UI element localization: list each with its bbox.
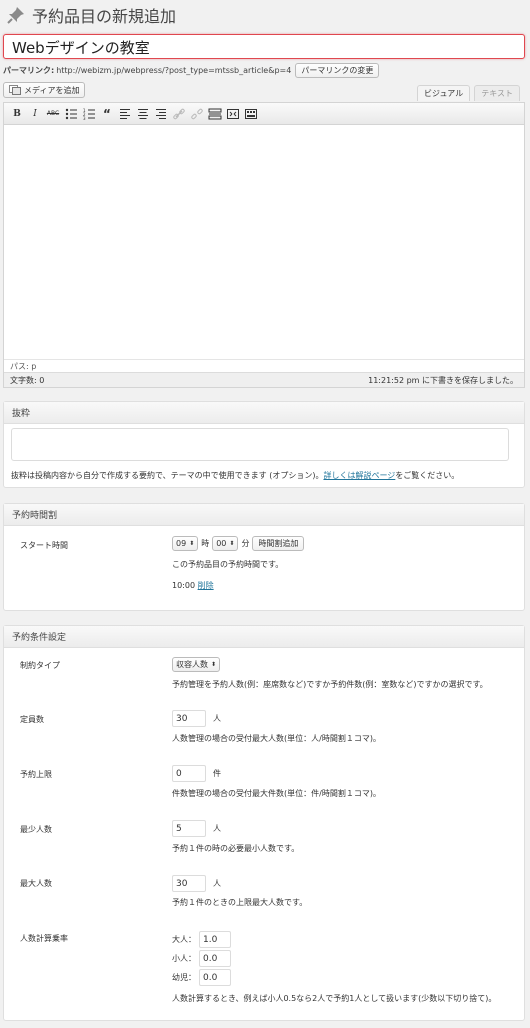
unlink-icon[interactable] (190, 107, 204, 121)
add-media-label: メディアを追加 (24, 85, 80, 95)
min-people-input[interactable]: 5 (172, 820, 206, 837)
page-header: 予約品目の新規追加 (6, 4, 176, 26)
limit-type-label: 制約タイプ (20, 661, 60, 670)
limit-type-desc: 予約管理を予約人数(例：座席数など)ですか予約件数(例：室数など)ですかの選択で… (172, 680, 488, 689)
excerpt-help-suffix: をご覧ください。 (395, 471, 460, 480)
schedule-box-title[interactable]: 予約時間割 (4, 504, 524, 526)
max-bookings-desc: 件数管理の場合の受付最大件数(単位：件/時間割１コマ)。 (172, 789, 381, 798)
media-icon (9, 85, 21, 95)
strikethrough-icon[interactable]: ABC (46, 107, 60, 121)
min-people-unit: 人 (213, 824, 221, 833)
start-time-desc: この予約品目の予約時間です。 (172, 560, 284, 569)
timetable-delete-link[interactable]: 削除 (198, 581, 214, 590)
fullscreen-icon[interactable] (226, 107, 240, 121)
change-permalink-button[interactable]: パーマリンクの変更 (295, 62, 380, 78)
permalink-row: パーマリンク: http://webizm.jp/webpress/?post_… (3, 62, 380, 78)
rate-child-input[interactable]: 0.0 (199, 950, 231, 967)
capacity-field: 30 人 (172, 710, 221, 727)
select-arrow-icon: ⬍ (211, 661, 217, 668)
rate-infant-label: 幼児： (172, 973, 196, 982)
minute-unit: 分 (241, 539, 250, 548)
add-timetable-button[interactable]: 時間割追加 (252, 536, 305, 551)
max-bookings-label: 予約上限 (20, 770, 52, 779)
link-icon[interactable] (172, 107, 186, 121)
align-right-icon[interactable] (154, 107, 168, 121)
excerpt-box: 抜粋 抜粋は投稿内容から自分で作成する要約で、テーマの中で使用できます (オプシ… (3, 401, 525, 488)
post-title-input[interactable]: Webデザインの教室 (3, 34, 525, 59)
min-people-field: 5 人 (172, 820, 221, 837)
timetable-entry-time: 10:00 (172, 581, 196, 590)
rate-desc: 人数計算するとき、例えば小人0.5なら2人で予約1人として扱います(少数以下切り… (172, 994, 497, 1003)
capacity-unit: 人 (213, 714, 221, 723)
bullet-list-icon[interactable] (64, 107, 78, 121)
blockquote-icon[interactable]: “ (100, 107, 114, 121)
bold-icon[interactable]: B (10, 107, 24, 121)
pin-icon (7, 7, 24, 24)
min-people-desc: 予約１件の時の必要最小人数です。 (172, 844, 300, 853)
rate-child-field: 小人： 0.0 (172, 950, 231, 967)
timetable-entry: 10:00 削除 (172, 580, 214, 591)
schedule-box: 予約時間割 スタート時間 09 ⬍ 時 00 ⬍ 分 時間割追加 この予約品目の予約… (3, 503, 525, 611)
hour-value: 09 (176, 539, 187, 548)
max-bookings-input[interactable]: 0 (172, 765, 206, 782)
editor-status-bar: 文字数: 0 11:21:52 pm に下書きを保存しました。 (4, 372, 524, 387)
align-center-icon[interactable] (136, 107, 150, 121)
select-arrow-icon: ⬍ (189, 540, 195, 547)
limit-type-select[interactable]: 収容人数 ⬍ (172, 657, 221, 672)
numbered-list-icon[interactable]: 123 (82, 107, 96, 121)
kitchen-sink-icon[interactable] (244, 107, 258, 121)
editor-toolbar: B I ABC 123 “ (4, 103, 524, 125)
editor-tabs: ビジュアル テキスト (417, 85, 520, 101)
hour-select[interactable]: 09 ⬍ (172, 536, 199, 551)
align-left-icon[interactable] (118, 107, 132, 121)
hour-unit: 時 (201, 539, 210, 548)
svg-text:3: 3 (83, 116, 86, 121)
rate-infant-input[interactable]: 0.0 (199, 969, 231, 986)
max-bookings-unit: 件 (213, 769, 221, 778)
max-people-desc: 予約１件のときの上限最大人数です。 (172, 898, 308, 907)
conditions-box: 予約条件設定 制約タイプ 収容人数 ⬍ 予約管理を予約人数(例：座席数など)ですか… (3, 625, 525, 1021)
rate-adult-input[interactable]: 1.0 (199, 931, 231, 948)
word-count: 文字数: 0 (10, 375, 45, 385)
add-media-button[interactable]: メディアを追加 (3, 82, 86, 98)
more-tag-icon[interactable] (208, 107, 222, 121)
max-people-field: 30 人 (172, 875, 221, 892)
autosave-status: 11:21:52 pm に下書きを保存しました。 (368, 375, 518, 385)
rate-adult-field: 大人： 1.0 (172, 931, 231, 948)
capacity-label: 定員数 (20, 715, 44, 724)
excerpt-help-text: 抜粋は投稿内容から自分で作成する要約で、テーマの中で使用できます (オプション)… (11, 471, 324, 480)
rate-adult-label: 大人： (172, 935, 196, 944)
max-bookings-field: 0 件 (172, 765, 221, 782)
tab-text[interactable]: テキスト (474, 85, 520, 101)
editor-path: パス: p (4, 359, 524, 372)
excerpt-help: 抜粋は投稿内容から自分で作成する要約で、テーマの中で使用できます (オプション)… (11, 470, 459, 481)
content-editor: B I ABC 123 “ パス: p 文字数: 0 11:21:52 pm に… (3, 102, 525, 388)
permalink-label: パーマリンク: (3, 65, 55, 75)
limit-type-value: 収容人数 (176, 660, 208, 669)
conditions-box-title[interactable]: 予約条件設定 (4, 626, 524, 648)
italic-icon[interactable]: I (28, 107, 42, 121)
capacity-desc: 人数管理の場合の受付最大人数(単位：人/時間割１コマ)。 (172, 734, 381, 743)
min-people-label: 最少人数 (20, 825, 52, 834)
select-arrow-icon: ⬍ (229, 540, 235, 547)
capacity-input[interactable]: 30 (172, 710, 206, 727)
tab-visual[interactable]: ビジュアル (417, 85, 471, 101)
excerpt-help-link[interactable]: 詳しくは解説ページ (323, 471, 395, 480)
rate-label: 人数計算乗率 (20, 934, 68, 943)
start-time-label: スタート時間 (20, 541, 68, 550)
page-title: 予約品目の新規追加 (32, 7, 177, 26)
excerpt-box-title[interactable]: 抜粋 (4, 402, 524, 424)
minute-value: 00 (216, 539, 227, 548)
max-people-label: 最大人数 (20, 879, 52, 888)
rate-infant-field: 幼児： 0.0 (172, 969, 231, 986)
max-people-unit: 人 (213, 879, 221, 888)
max-people-input[interactable]: 30 (172, 875, 206, 892)
excerpt-textarea[interactable] (11, 428, 509, 461)
editor-content-area[interactable] (4, 125, 524, 359)
limit-type-field: 収容人数 ⬍ (172, 657, 221, 672)
permalink-url[interactable]: http://webizm.jp/webpress/?post_type=mts… (56, 66, 291, 75)
start-time-controls: 09 ⬍ 時 00 ⬍ 分 時間割追加 (172, 536, 305, 551)
rate-child-label: 小人： (172, 954, 196, 963)
minute-select[interactable]: 00 ⬍ (212, 536, 239, 551)
